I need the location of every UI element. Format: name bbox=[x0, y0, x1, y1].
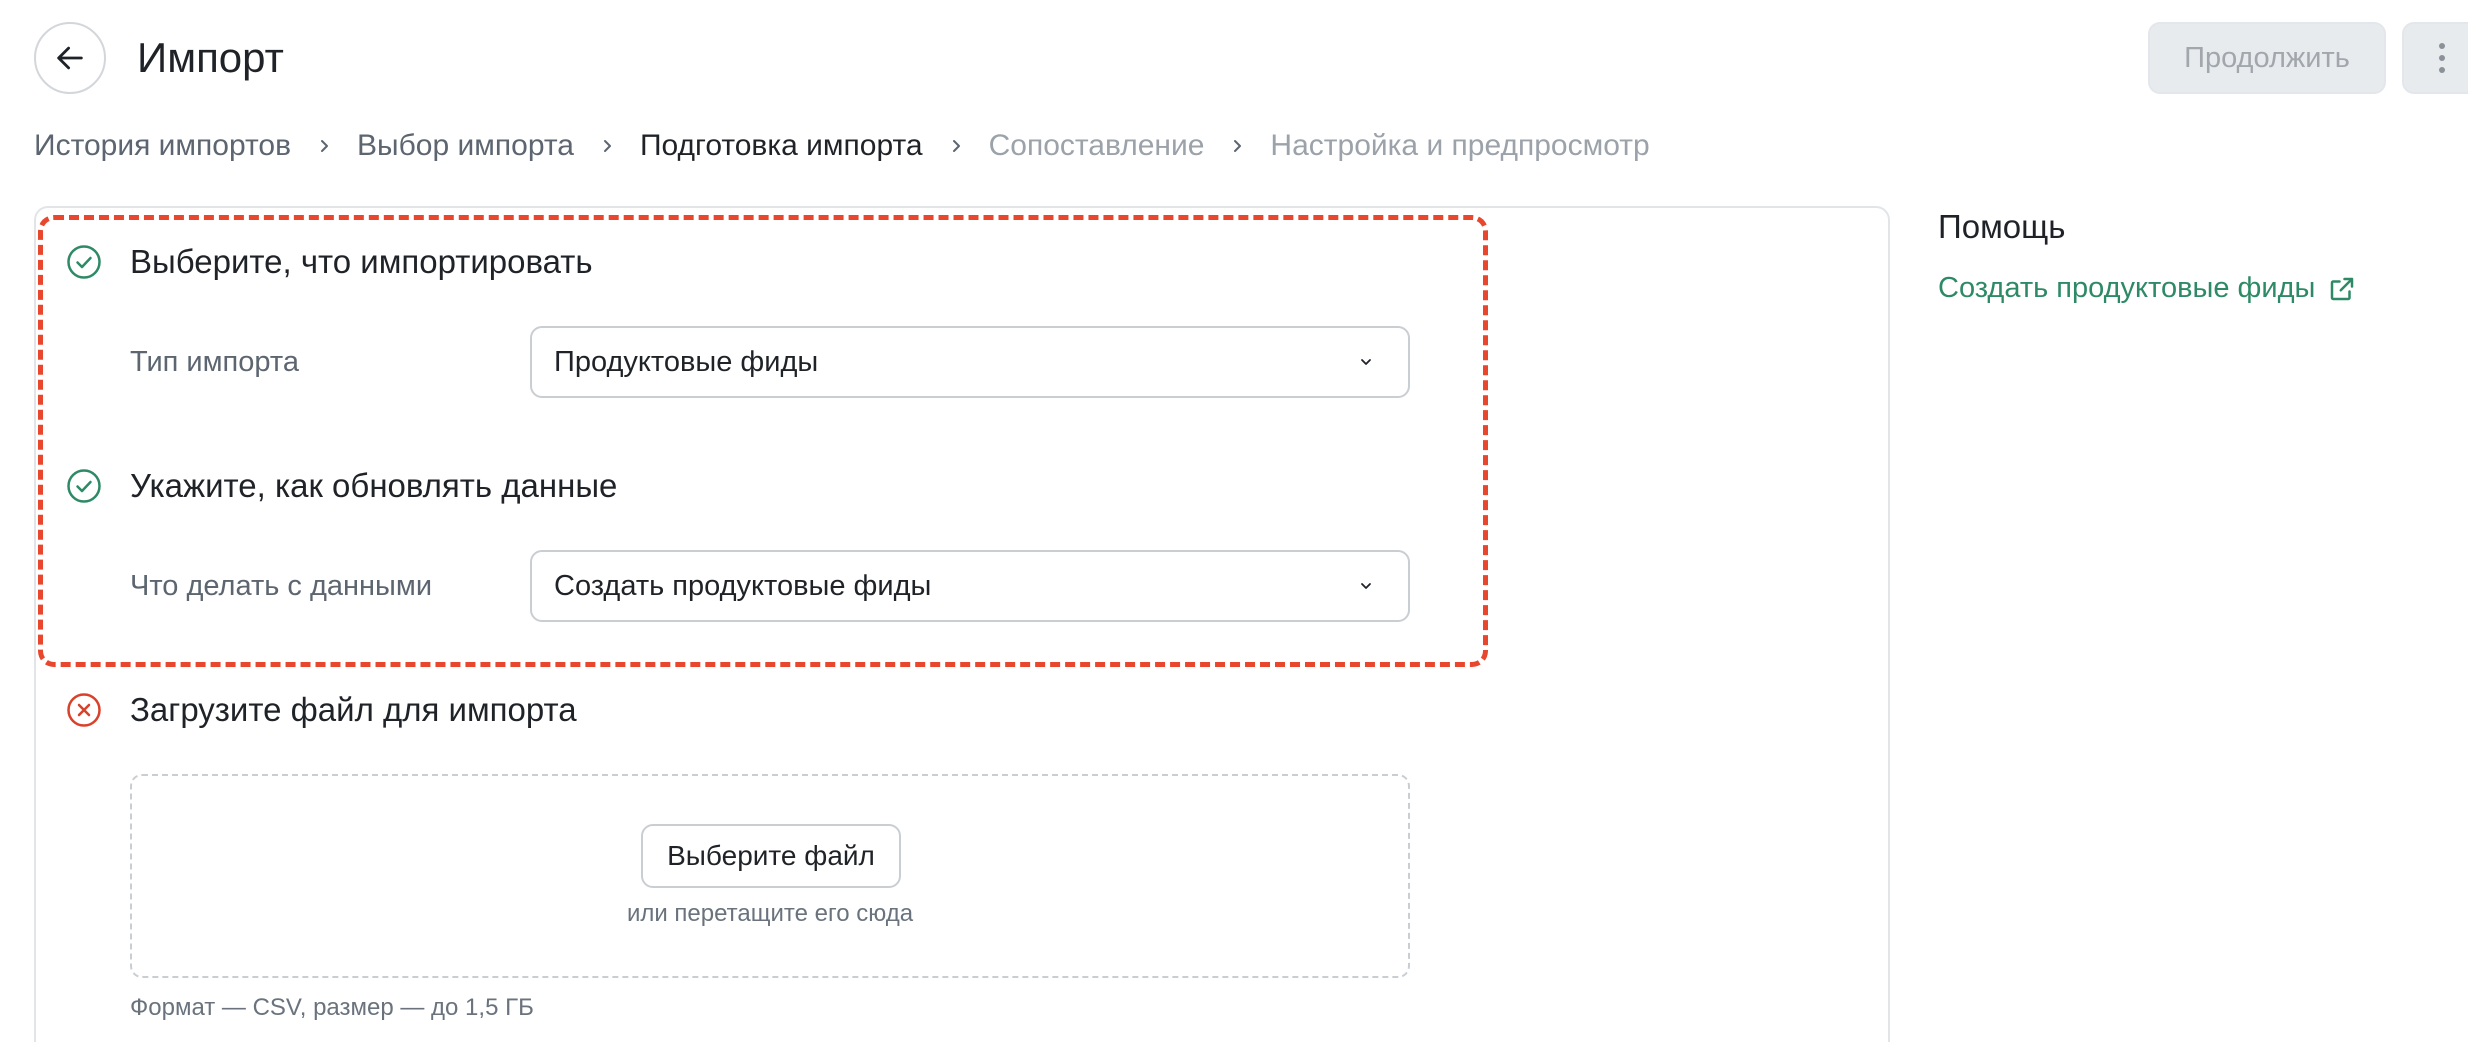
drop-hint: или перетащите его сюда bbox=[626, 900, 914, 927]
back-button[interactable] bbox=[34, 22, 106, 94]
breadcrumb-item-mapping: Сопоставление bbox=[988, 129, 1205, 162]
chevron-down-icon bbox=[1361, 583, 1371, 589]
import-type-label: Тип импорта bbox=[130, 346, 299, 378]
chevron-right-icon bbox=[574, 138, 640, 154]
data-action-label: Что делать с данными bbox=[130, 570, 433, 602]
import-type-select[interactable]: Продуктовые фиды bbox=[530, 326, 1410, 398]
breadcrumb-item-select[interactable]: Выбор импорта bbox=[357, 129, 574, 163]
breadcrumb-item-prepare: Подготовка импорта bbox=[639, 129, 923, 162]
chevron-right-icon bbox=[923, 138, 989, 154]
help-link-label: Создать продуктовые фиды bbox=[1938, 272, 2316, 304]
breadcrumb: История импортов Выбор импорта Подготовк… bbox=[34, 124, 1650, 168]
chevron-down-icon bbox=[1361, 359, 1371, 365]
page-title: Импорт bbox=[137, 34, 284, 81]
help-link[interactable]: Создать продуктовые фиды bbox=[1938, 272, 2357, 305]
breadcrumb-item-history[interactable]: История импортов bbox=[34, 129, 291, 163]
import-type-value: Продуктовые фиды bbox=[554, 345, 819, 378]
check-circle-icon bbox=[67, 245, 101, 279]
chevron-right-icon bbox=[291, 138, 357, 154]
section-upload-title-text: Загрузите файл для импорта bbox=[130, 691, 577, 728]
section-how-title: Укажите, как обновлять данные bbox=[66, 462, 617, 510]
section-what-title: Выберите, что импортировать bbox=[66, 238, 593, 286]
error-circle-icon bbox=[67, 693, 101, 727]
choose-file-button[interactable]: Выберите файл bbox=[641, 824, 901, 888]
data-action-value: Создать продуктовые фиды bbox=[554, 569, 932, 602]
continue-button[interactable]: Продолжить bbox=[2148, 22, 2386, 94]
data-action-select[interactable]: Создать продуктовые фиды bbox=[530, 550, 1410, 622]
check-circle-icon bbox=[67, 469, 101, 503]
chevron-right-icon bbox=[1204, 138, 1270, 154]
external-link-icon bbox=[2331, 277, 2354, 300]
help-title: Помощь bbox=[1938, 208, 2066, 245]
section-upload-title: Загрузите файл для импорта bbox=[66, 686, 577, 734]
format-note: Формат — CSV, размер — до 1,5 ГБ bbox=[130, 994, 534, 1021]
kebab-menu-icon bbox=[2439, 43, 2445, 73]
section-what-title-text: Выберите, что импортировать bbox=[130, 243, 593, 280]
breadcrumb-item-settings-preview: Настройка и предпросмотр bbox=[1270, 129, 1650, 162]
section-how-title-text: Укажите, как обновлять данные bbox=[130, 467, 618, 504]
import-page: Импорт Продолжить История импортов Выбор… bbox=[0, 0, 2468, 1042]
more-options-button[interactable] bbox=[2402, 22, 2468, 94]
arrow-left-icon bbox=[57, 46, 83, 70]
